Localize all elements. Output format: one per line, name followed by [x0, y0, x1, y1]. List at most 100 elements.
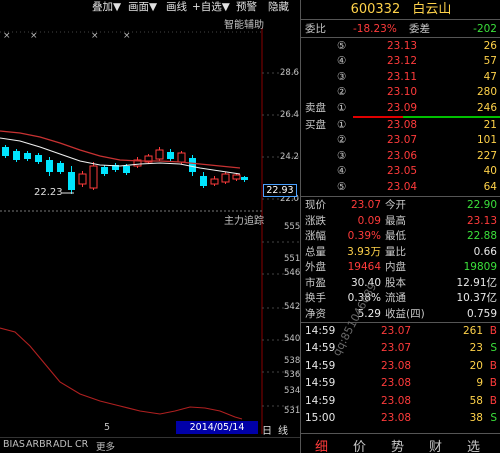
- stock-name: 白云山: [412, 2, 452, 17]
- tick-side: B: [489, 377, 497, 390]
- hide-button[interactable]: 隐藏: [268, 0, 289, 14]
- tab-finance[interactable]: 财: [429, 436, 442, 453]
- candle-body: [89, 165, 98, 189]
- tab-cr[interactable]: CR: [75, 439, 88, 450]
- level-index: ③: [337, 149, 347, 162]
- tick-price: 23.08: [381, 394, 412, 407]
- indicator-axis-label: 555: [284, 222, 301, 232]
- price-axis-label: 28.6: [280, 68, 299, 78]
- tick-side: B: [489, 325, 497, 337]
- candle-body: [241, 177, 248, 180]
- ask-row: ④ 23.12 57: [301, 54, 500, 69]
- tick-row: 14:59 23.08 20 B: [301, 359, 500, 374]
- tab-adl[interactable]: ADL: [53, 439, 72, 450]
- tab-trend[interactable]: 势: [391, 436, 404, 453]
- tick-row: 15:00 23.08 38 S: [301, 411, 500, 426]
- candle-body: [232, 174, 241, 180]
- bid-row: ② 23.07 101: [301, 133, 500, 148]
- tab-select[interactable]: 选: [467, 436, 480, 453]
- bid-row: 买盘 ① 23.08 21: [301, 118, 500, 133]
- bid-price: 23.08: [387, 119, 418, 131]
- stat-label: 今开: [385, 199, 406, 211]
- tick-row: 14:59 23.07 261 B: [301, 324, 500, 339]
- stat-label: 流通: [385, 292, 406, 304]
- indicator-axis-label: 551: [284, 254, 301, 264]
- ask-price: 23.13: [387, 40, 418, 52]
- stat-row: 外盘 19464 内盘 19809: [301, 260, 500, 275]
- price-axis-label: 24.2: [280, 152, 299, 162]
- stat-value: 12.91亿: [456, 276, 497, 289]
- stat-label: 现价: [305, 199, 326, 211]
- candle-body: [221, 173, 230, 183]
- stat-row: 涨幅 0.39% 最低 22.88: [301, 229, 500, 244]
- ask-row: ⑤ 23.13 26: [301, 39, 500, 54]
- stat-row: 涨跌 0.09 最高 23.13: [301, 214, 500, 229]
- indicator-axis-label: 546: [284, 268, 301, 278]
- alert-button[interactable]: 预警: [236, 0, 257, 14]
- candle-body: [46, 160, 53, 172]
- ask-volume: 246: [476, 101, 497, 114]
- stat-row: 现价 23.07 今开 22.90: [301, 198, 500, 213]
- stat-label: 总量: [305, 245, 326, 258]
- tick-volume: 20: [469, 359, 483, 372]
- tab-bias[interactable]: BIAS: [3, 439, 25, 450]
- panel-tabs: 细 价 势 财 选: [301, 433, 500, 453]
- candle-body: [68, 172, 75, 190]
- quote-panel: 600332 白云山 委比 -18.23% 委差 -202 ⑤ 23.13 26 ④ 2…: [300, 0, 500, 453]
- main-force-tracking-title: 主力追踪: [224, 216, 264, 227]
- add-watchlist-menu[interactable]: +自选▼: [192, 0, 230, 14]
- ratio-label: 委比: [305, 23, 326, 35]
- chart-canvas[interactable]: × × × ×: [0, 14, 300, 453]
- tick-volume: 23: [469, 342, 483, 355]
- stat-value: 3.93万: [347, 245, 381, 258]
- overlay-menu[interactable]: 叠加▼: [92, 0, 121, 14]
- period-day-button[interactable]: 日: [262, 422, 272, 437]
- level-index: ②: [337, 134, 347, 147]
- candle-body: [35, 155, 42, 162]
- tab-arbr[interactable]: ARBR: [26, 439, 52, 450]
- tab-detail[interactable]: 细: [315, 436, 328, 453]
- tick-time: 14:59: [305, 325, 336, 337]
- tab-price[interactable]: 价: [353, 436, 366, 453]
- stat-value: 23.07: [350, 199, 381, 211]
- event-marker-icon: ×: [30, 31, 38, 41]
- bid-price: 23.04: [387, 180, 418, 193]
- candle-body: [101, 167, 108, 174]
- candle-body: [167, 152, 174, 159]
- stat-label: 外盘: [305, 261, 326, 273]
- ask-volume: 57: [483, 55, 497, 68]
- stat-label: 最低: [385, 230, 406, 242]
- indicator-title: 智能辅助: [224, 20, 264, 31]
- tick-time: 14:59: [305, 359, 336, 372]
- stat-label: 收益(四): [385, 307, 425, 320]
- ask-volume: 280: [476, 86, 497, 99]
- ratio-value: -18.23%: [353, 23, 397, 35]
- kline-chart[interactable]: × × × × 28.6 26.4 24.2 22.0 22.23 555 55…: [0, 14, 300, 453]
- stat-label: 换手: [305, 292, 326, 304]
- level-index: ③: [337, 70, 347, 83]
- main-force-indicator-line: [0, 327, 243, 420]
- indicator-axis-label: 536: [284, 370, 301, 380]
- stock-header: 600332 白云山: [301, 0, 500, 20]
- event-marker-icon: ×: [123, 31, 131, 41]
- stat-label: 涨幅: [305, 230, 326, 242]
- price-axis-label: 26.4: [280, 110, 299, 120]
- stat-label: 最高: [385, 214, 406, 227]
- bid-volume: 227: [476, 149, 497, 162]
- sell-label: 卖盘: [305, 101, 326, 114]
- stat-value: 22.90: [466, 199, 497, 211]
- indicator-tabs: BIAS ARBR ADL CR 更多: [0, 437, 300, 453]
- draw-line-button[interactable]: 画线: [166, 0, 187, 14]
- period-line-button[interactable]: 线: [278, 422, 288, 437]
- indicator-axis-label: 540: [284, 334, 301, 344]
- tab-more[interactable]: 更多: [96, 439, 115, 453]
- candle-body: [210, 178, 219, 185]
- tick-time: 14:59: [305, 394, 336, 407]
- tick-volume: 261: [462, 325, 483, 337]
- tick-row: 14:59 23.08 58 B: [301, 394, 500, 409]
- level-index: ④: [337, 55, 347, 68]
- bid-volume: 40: [483, 165, 497, 178]
- stat-row: 总量 3.93万 量比 0.66: [301, 245, 500, 260]
- canvas-menu[interactable]: 画面▼: [128, 0, 157, 14]
- tick-side: B: [489, 359, 497, 372]
